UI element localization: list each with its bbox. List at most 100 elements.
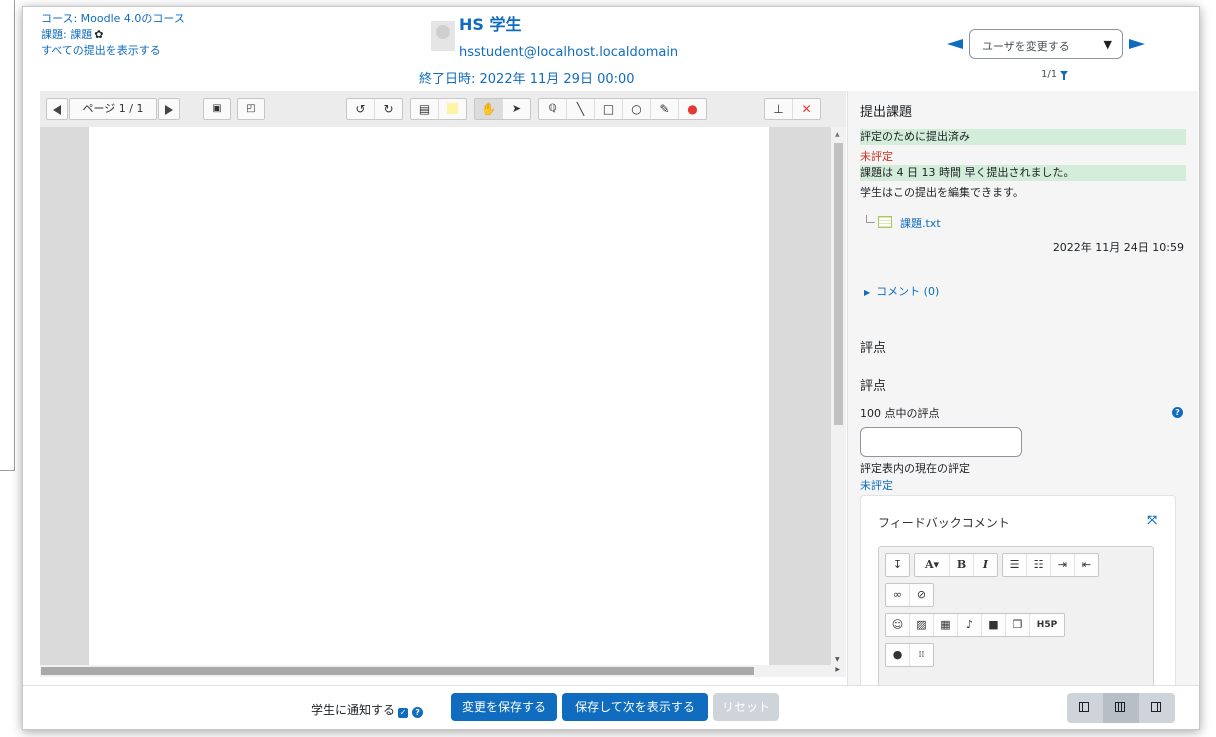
user-pager: 1/1 xyxy=(1041,69,1069,80)
editor-toolbar-row-1: ↧ A▾ B I ☰ ☷ ⇥ ⇤ xyxy=(885,553,1099,577)
feedback-editor[interactable]: ↧ A▾ B I ☰ ☷ ⇥ ⇤ ∞ ⊘ ☺ ▨ ▦ ♪ ■ ❐ H5P ● ⁞… xyxy=(878,546,1154,685)
expand-comments-button[interactable]: ◰ xyxy=(237,98,265,120)
gear-icon[interactable]: ✿ xyxy=(94,27,103,43)
feedback-title: フィードバックコメント xyxy=(878,516,1010,530)
change-user-select[interactable]: ユーザを変更する ▼ xyxy=(969,29,1123,59)
emoji-icon[interactable]: ☺ xyxy=(886,614,910,636)
collapse-grade-icon xyxy=(1151,702,1161,712)
comments-link[interactable]: コメント (0) xyxy=(876,285,939,298)
filter-icon[interactable] xyxy=(1060,71,1069,80)
indent-icon[interactable]: ⇥ xyxy=(1051,554,1075,576)
vertical-scroll-thumb[interactable] xyxy=(834,143,843,425)
document-viewer[interactable]: ▲ ▼ ▶ xyxy=(40,127,846,677)
navigation-tools: ✋ ➤ xyxy=(474,98,531,120)
oval-icon[interactable]: ○ xyxy=(623,99,651,119)
submitted-file: 課題.txt xyxy=(866,215,941,231)
layout-toggle-group xyxy=(1067,693,1175,723)
previous-user-icon[interactable] xyxy=(947,39,963,49)
outdent-icon[interactable]: ⇤ xyxy=(1075,554,1098,576)
unlink-icon[interactable]: ⊘ xyxy=(910,584,933,606)
microphone-icon[interactable]: ♪ xyxy=(958,614,982,636)
default-layout-button[interactable] xyxy=(1103,693,1139,723)
image-icon[interactable]: ▨ xyxy=(910,614,934,636)
highlight-icon[interactable]: ● xyxy=(679,99,706,119)
file-date: 2022年 11月 24日 10:59 xyxy=(1052,241,1184,254)
text-file-icon xyxy=(878,216,892,228)
comment-color-icon[interactable] xyxy=(439,99,466,119)
user-name-link[interactable]: HS 学生 xyxy=(459,11,522,35)
rotate-right-icon[interactable]: ↻ xyxy=(375,99,402,119)
grading-panel: 提出課題 評定のために提出済み 未評定 課題は 4 日 13 時間 早く提出され… xyxy=(847,91,1198,685)
link-icon[interactable]: ∞ xyxy=(886,584,910,606)
user-email-link[interactable]: hsstudent@localhost.localdomain xyxy=(459,45,678,60)
save-changes-button[interactable]: 変更を保存する xyxy=(451,693,557,721)
notify-checkbox[interactable]: ✓ xyxy=(398,708,409,718)
select-icon[interactable]: ➤ xyxy=(503,99,530,119)
save-and-next-button[interactable]: 保存して次を表示する xyxy=(562,693,708,721)
scroll-right-icon[interactable]: ▶ xyxy=(835,666,840,673)
pen-icon[interactable]: ✎ xyxy=(651,99,679,119)
notify-label: 学生に通知する xyxy=(311,703,396,717)
numbered-list-icon[interactable]: ☷ xyxy=(1027,554,1051,576)
horizontal-scroll-thumb[interactable] xyxy=(41,667,754,675)
collapse-review-icon xyxy=(1079,702,1089,712)
submission-status: 評定のために提出済み xyxy=(860,129,1186,145)
search-comments-button[interactable]: ▣ xyxy=(203,98,231,120)
collapse-grade-button[interactable] xyxy=(1139,693,1175,723)
expand-icon[interactable]: ⤧ xyxy=(1147,513,1157,528)
bullet-list-icon[interactable]: ☰ xyxy=(1003,554,1027,576)
italic-icon[interactable]: I xyxy=(974,554,997,576)
current-grade-link[interactable]: 未評定 xyxy=(860,477,893,493)
collapse-review-button[interactable] xyxy=(1067,693,1103,723)
comments-toggle[interactable]: ▶ コメント (0) xyxy=(864,283,939,299)
accessibility-icon[interactable]: ● xyxy=(886,644,910,666)
file-link[interactable]: 課題.txt xyxy=(900,217,941,230)
page-select[interactable]: ページ 1 / 1 xyxy=(69,98,157,120)
rectangle-icon[interactable]: □ xyxy=(595,99,623,119)
line-icon[interactable]: ╲ xyxy=(567,99,595,119)
video-icon[interactable]: ■ xyxy=(982,614,1006,636)
paragraph-style-icon[interactable]: A▾ xyxy=(915,554,950,576)
next-user-icon[interactable] xyxy=(1129,39,1145,49)
comment-group: ▤ xyxy=(410,98,467,120)
toolbar-toggle-icon[interactable]: ↧ xyxy=(886,554,909,576)
pan-icon[interactable]: ✋ xyxy=(475,99,503,119)
course-link[interactable]: コース: Moodle 4.0のコース xyxy=(41,12,185,25)
document-page[interactable] xyxy=(89,127,769,667)
view-all-submissions-link[interactable]: すべての提出を表示する xyxy=(41,44,161,57)
grade-field-label: 100 点中の評点 xyxy=(860,407,940,420)
feedback-comments-card: フィードバックコメント ⤧ ↧ A▾ B I ☰ ☷ ⇥ ⇤ ∞ ⊘ ☺ ▨ ▦… xyxy=(860,495,1176,685)
comment-icon[interactable]: ▤ xyxy=(411,99,439,119)
prev-page-icon xyxy=(53,104,61,115)
help-icon[interactable]: ? xyxy=(412,707,424,718)
scroll-up-icon[interactable]: ▲ xyxy=(835,131,840,138)
rotate-left-icon[interactable]: ↺ xyxy=(347,99,375,119)
editor-toolbar-row-4: ● ⁞⁞ xyxy=(885,643,934,667)
bold-icon[interactable]: B xyxy=(950,554,974,576)
grading-window: コース: Moodle 4.0のコース 課題: 課題 ✿ すべての提出を表示する … xyxy=(22,6,1200,730)
search-icon[interactable]: ℚ xyxy=(539,99,567,119)
search-comments-icon: ▣ xyxy=(212,103,222,114)
editable-status: 学生はこの提出を編集できます。 xyxy=(860,186,1024,199)
next-page-button[interactable] xyxy=(158,98,180,120)
help-icon[interactable]: ? xyxy=(1172,407,1183,418)
caret-right-icon: ▶ xyxy=(864,288,871,297)
reset-button[interactable]: リセット xyxy=(713,693,779,721)
media-icon[interactable]: ▦ xyxy=(934,614,958,636)
default-layout-icon xyxy=(1115,702,1125,712)
horizontal-scrollbar[interactable]: ▶ xyxy=(40,665,846,677)
notify-student: 学生に通知する ✓? xyxy=(311,701,424,718)
prev-page-button[interactable] xyxy=(46,98,68,120)
vertical-scrollbar[interactable]: ▲ ▼ xyxy=(831,127,846,665)
scroll-down-icon[interactable]: ▼ xyxy=(835,656,840,663)
screenreader-icon[interactable]: ⁞⁞ xyxy=(910,644,933,666)
stamp-icon[interactable]: ⊥ xyxy=(765,99,793,119)
pager-text: 1/1 xyxy=(1041,69,1058,80)
assignment-link[interactable]: 課題: 課題 xyxy=(41,28,92,41)
grading-status: 未評定 xyxy=(860,150,893,163)
grade-input[interactable] xyxy=(860,427,1022,457)
chevron-down-icon: ▼ xyxy=(1103,38,1112,51)
delete-icon[interactable]: ✕ xyxy=(793,99,820,119)
copy-icon[interactable]: ❐ xyxy=(1006,614,1030,636)
h5p-icon[interactable]: H5P xyxy=(1030,614,1064,636)
